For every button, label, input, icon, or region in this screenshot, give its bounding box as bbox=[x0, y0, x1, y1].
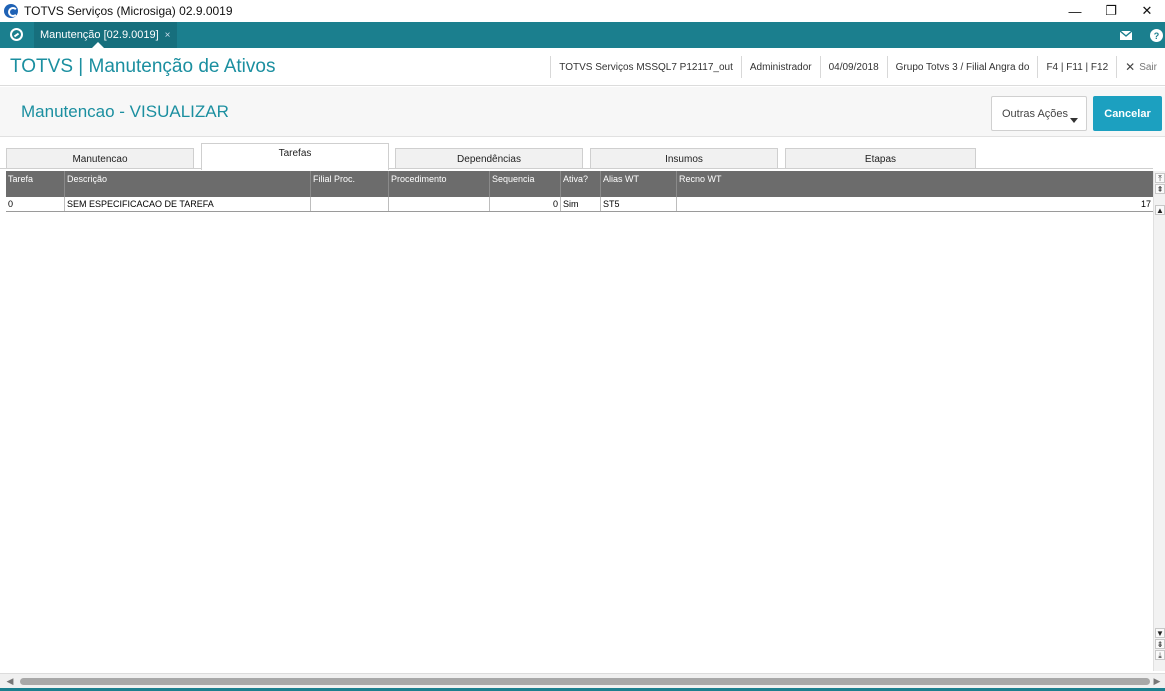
vertical-scrollbar[interactable]: ⤒ ⇞ ▲ ▼ ⇟ ⤓ bbox=[1153, 171, 1165, 671]
totvs-logo-icon[interactable] bbox=[10, 28, 23, 41]
scroll-up-icon[interactable]: ▲ bbox=[1155, 205, 1165, 215]
grid-header: Tarefa Descrição Filial Proc. Procedimen… bbox=[6, 171, 1153, 197]
col-header-sequencia[interactable]: Sequencia bbox=[490, 171, 561, 197]
exit-icon: ✕ bbox=[1125, 60, 1136, 74]
cell-alias-wt[interactable]: ST5 bbox=[601, 197, 677, 211]
app-tab-label: Manutenção [02.9.0019] bbox=[40, 29, 159, 41]
exit-button[interactable]: ✕ Sair bbox=[1116, 56, 1165, 78]
user-label: Administrador bbox=[740, 56, 820, 78]
cell-sequencia[interactable]: 0 bbox=[490, 197, 561, 211]
mail-icon[interactable] bbox=[1118, 27, 1134, 43]
scroll-right-icon[interactable]: ▶ bbox=[1151, 675, 1163, 687]
tab-tarefas[interactable]: Tarefas bbox=[201, 143, 389, 170]
svg-text:?: ? bbox=[1153, 31, 1159, 41]
col-header-recno-wt[interactable]: Recno WT bbox=[677, 171, 1153, 197]
table-row[interactable]: 0 SEM ESPECIFICACAO DE TAREFA 0 Sim ST5 … bbox=[6, 197, 1153, 212]
window-titlebar: TOTVS Serviços (Microsiga) 02.9.0019 — ❐… bbox=[0, 0, 1165, 22]
page-title: Manutencao - VISUALIZAR bbox=[21, 102, 229, 121]
scroll-down-icon[interactable]: ▼ bbox=[1155, 628, 1165, 638]
cell-procedimento[interactable] bbox=[389, 197, 490, 211]
cell-filial-proc[interactable] bbox=[311, 197, 389, 211]
tab-manutencao-app[interactable]: Manutenção [02.9.0019] × bbox=[34, 22, 177, 48]
page-up-icon[interactable]: ⇞ bbox=[1155, 184, 1165, 194]
col-header-tarefa[interactable]: Tarefa bbox=[6, 171, 65, 197]
col-header-ativa[interactable]: Ativa? bbox=[561, 171, 601, 197]
horizontal-scrollbar[interactable]: ◀ ▶ bbox=[0, 673, 1165, 688]
more-actions-button[interactable]: Outras Ações bbox=[991, 96, 1087, 131]
folder-tabs: Manutencao Tarefas Dependências Insumos … bbox=[0, 137, 1165, 170]
page-down-icon[interactable]: ⇟ bbox=[1155, 639, 1165, 649]
tab-etapas[interactable]: Etapas bbox=[785, 148, 976, 169]
exit-label: Sair bbox=[1139, 61, 1157, 73]
more-actions-label: Outras Ações bbox=[1002, 107, 1069, 120]
horizontal-scroll-thumb[interactable] bbox=[20, 678, 1150, 685]
scroll-left-icon[interactable]: ◀ bbox=[4, 675, 16, 687]
col-header-alias-wt[interactable]: Alias WT bbox=[601, 171, 677, 197]
cell-ativa[interactable]: Sim bbox=[561, 197, 601, 211]
app-logo-icon bbox=[4, 4, 18, 18]
restore-button[interactable]: ❐ bbox=[1093, 0, 1129, 22]
app-title: TOTVS | Manutenção de Ativos bbox=[10, 56, 276, 77]
app-header: TOTVS | Manutenção de Ativos TOTVS Servi… bbox=[0, 48, 1165, 86]
tab-manutencao[interactable]: Manutencao bbox=[6, 148, 194, 169]
window-controls: — ❐ ✕ bbox=[1057, 0, 1165, 22]
cell-descricao[interactable]: SEM ESPECIFICACAO DE TAREFA bbox=[65, 197, 311, 211]
branch-label: Grupo Totvs 3 / Filial Angra do bbox=[886, 56, 1038, 78]
col-header-procedimento[interactable]: Procedimento bbox=[389, 171, 490, 197]
cancel-button[interactable]: Cancelar bbox=[1093, 96, 1162, 131]
help-icon[interactable]: ? bbox=[1148, 27, 1164, 43]
scroll-top-icon[interactable]: ⤒ bbox=[1155, 173, 1165, 183]
environment-label: TOTVS Serviços MSSQL7 P12117_out bbox=[550, 56, 741, 78]
action-bar: Manutencao - VISUALIZAR Outras Ações Can… bbox=[0, 87, 1165, 137]
session-info: TOTVS Serviços MSSQL7 P12117_out Adminis… bbox=[550, 56, 1165, 78]
cell-recno-wt[interactable]: 17 bbox=[677, 197, 1153, 211]
chevron-down-icon bbox=[1070, 118, 1078, 123]
shortcut-keys[interactable]: F4 | F11 | F12 bbox=[1037, 56, 1116, 78]
tab-insumos[interactable]: Insumos bbox=[590, 148, 778, 169]
scroll-bottom-icon[interactable]: ⤓ bbox=[1155, 650, 1165, 660]
tab-dependencias[interactable]: Dependências bbox=[395, 148, 583, 169]
col-header-descricao[interactable]: Descrição bbox=[65, 171, 311, 197]
window-title: TOTVS Serviços (Microsiga) 02.9.0019 bbox=[24, 4, 233, 18]
close-button[interactable]: ✕ bbox=[1129, 0, 1165, 22]
minimize-button[interactable]: — bbox=[1057, 0, 1093, 22]
tabs-divider bbox=[0, 168, 1153, 169]
tab-close-icon[interactable]: × bbox=[165, 30, 171, 41]
date-label: 04/09/2018 bbox=[819, 56, 887, 78]
col-header-filial-proc[interactable]: Filial Proc. bbox=[311, 171, 389, 197]
tasks-grid[interactable]: Tarefa Descrição Filial Proc. Procedimen… bbox=[6, 171, 1153, 671]
app-tabstrip: Manutenção [02.9.0019] × ? bbox=[0, 22, 1165, 48]
cell-tarefa[interactable]: 0 bbox=[6, 197, 65, 211]
